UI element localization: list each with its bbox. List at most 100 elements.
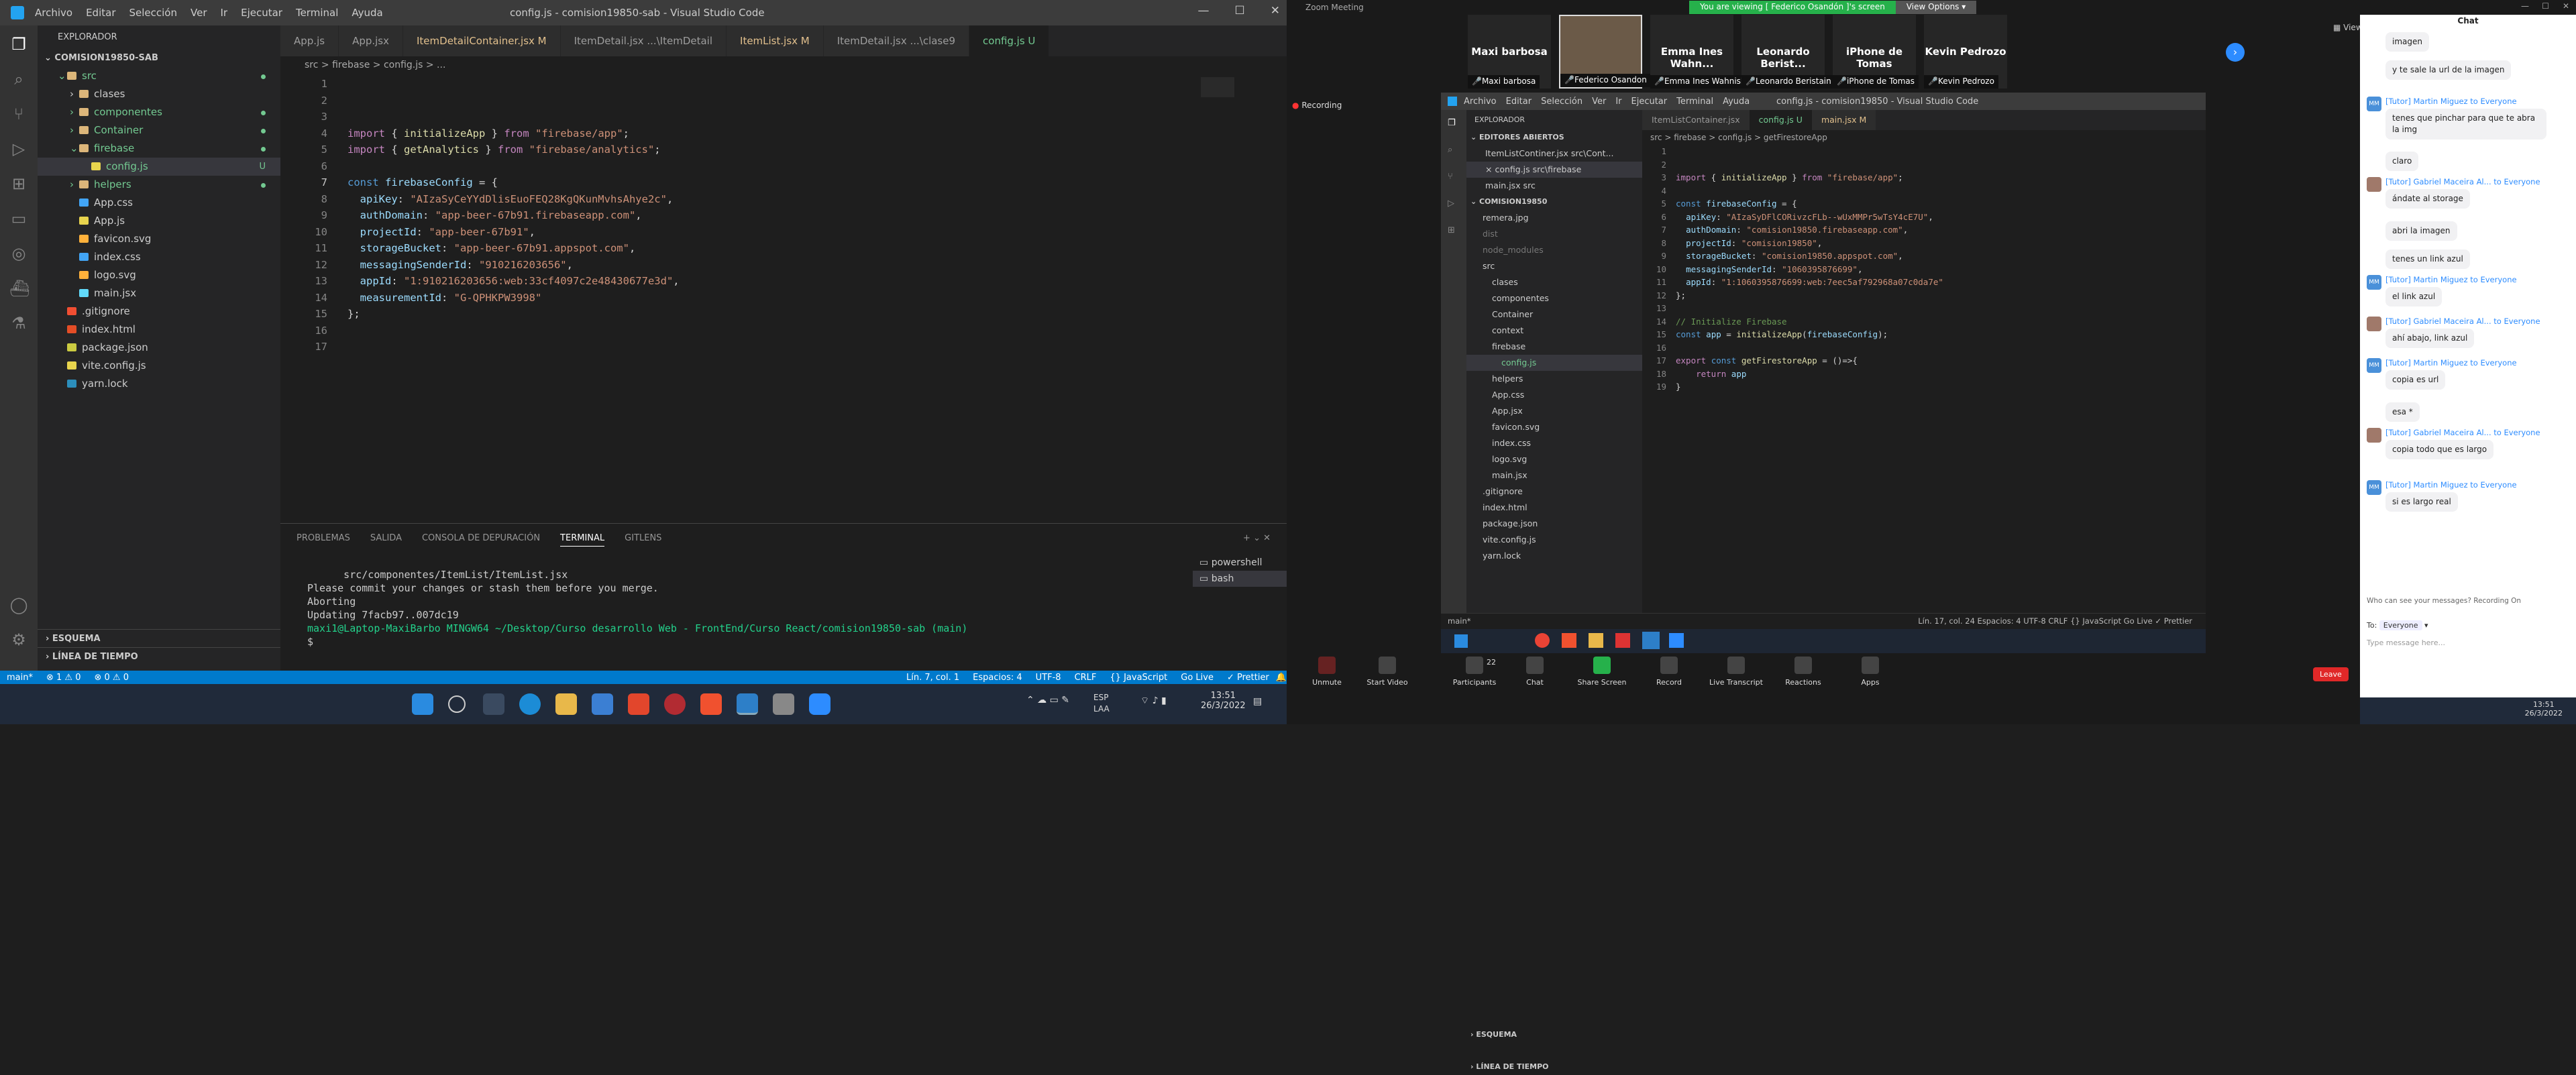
terminal-instance[interactable]: ▭ powershell — [1193, 555, 1287, 571]
view-button[interactable]: ▦ View — [2333, 23, 2363, 32]
task-view-icon[interactable] — [483, 693, 504, 715]
timeline-section[interactable]: › LÍNEA DE TIEMPO — [38, 647, 280, 665]
status-item[interactable]: {} JavaScript — [1110, 673, 1167, 683]
zoom-control-4[interactable]: Share Screen — [1568, 657, 1635, 687]
menu-item[interactable]: Ir — [221, 7, 228, 19]
status-item[interactable]: Espacios: 4 — [973, 673, 1022, 683]
chat-privacy-notice[interactable]: Who can see your messages? Recording On — [2367, 597, 2521, 605]
menu-item[interactable]: Archivo — [35, 7, 72, 19]
tree-item[interactable]: App.css — [38, 194, 280, 212]
status-item[interactable]: UTF-8 — [1036, 673, 1061, 683]
remote-explorer-icon[interactable]: ▭ — [9, 209, 28, 228]
panel-tab[interactable]: TERMINAL — [560, 533, 605, 547]
tree-item[interactable]: ⌄ src — [38, 67, 280, 85]
editor-tab[interactable]: ItemList.jsx M — [727, 25, 824, 56]
menu-item[interactable]: Editar — [86, 7, 115, 19]
view-options-button[interactable]: View Options ▾ — [1895, 1, 1977, 14]
zoom-close-icon[interactable]: ✕ — [2563, 1, 2569, 11]
leave-button[interactable]: Leave — [2313, 667, 2349, 681]
zoom-control-8[interactable]: Apps — [1837, 657, 1904, 687]
editor-tab[interactable]: config.js U — [969, 25, 1050, 56]
participant-tile[interactable]: Emma Ines Wahn... 🎤Emma Ines Wahnish — [1650, 15, 1750, 89]
terminal-instance[interactable]: ▭ bash — [1193, 571, 1287, 587]
git-kraken-icon[interactable] — [628, 693, 649, 715]
status-item[interactable]: Go Live — [1181, 673, 1214, 683]
panel-tab[interactable]: CONSOLA DE DEPURACIÓN — [422, 533, 540, 547]
zoom-control-5[interactable]: Record — [1635, 657, 1703, 687]
status-item[interactable]: Lín. 7, col. 1 — [906, 673, 959, 683]
terminal-output[interactable]: src/componentes/ItemList/ItemList.jsx Ple… — [307, 568, 967, 648]
files-icon[interactable]: ❐ — [9, 35, 28, 54]
extensions-icon[interactable]: ⊞ — [9, 174, 28, 193]
minimize-icon[interactable]: — — [1198, 4, 1210, 17]
windows-start-icon[interactable] — [412, 693, 433, 715]
tree-item[interactable]: › Container — [38, 121, 280, 139]
tray-icons[interactable]: ⌃ ☁ ▭ ✎ — [1026, 695, 1069, 705]
status-item[interactable]: CRLF — [1075, 673, 1097, 683]
tree-item[interactable]: vite.config.js — [38, 357, 280, 375]
participant-tile[interactable]: Kevin Pedrozo 🎤Kevin Pedrozo — [1924, 15, 2007, 89]
participant-tile[interactable]: iPhone de Tomas 🎤iPhone de Tomas — [1833, 15, 1919, 89]
mail-icon[interactable] — [592, 693, 613, 715]
account-icon[interactable]: ◯ — [9, 596, 28, 614]
vscode-taskbar-icon[interactable] — [737, 693, 758, 715]
outline-section[interactable]: › ESQUEMA — [38, 629, 280, 647]
recording-indicator[interactable]: ● Recording — [1292, 101, 1342, 110]
tree-item[interactable]: favicon.svg — [38, 230, 280, 248]
participant-tile[interactable]: Leonardo Berist... 🎤Leonardo Beristain — [1741, 15, 1835, 89]
zoom-maximize-icon[interactable]: ☐ — [2542, 1, 2549, 11]
panel-tab[interactable]: GITLENS — [625, 533, 661, 547]
right-clock[interactable]: 13:51 26/3/2022 — [2525, 700, 2563, 718]
zoom-control-1[interactable]: Start Video — [1354, 657, 1421, 687]
file-explorer-icon[interactable] — [555, 693, 577, 715]
close-icon[interactable]: ✕ — [1271, 4, 1280, 17]
settings-taskbar-icon[interactable] — [773, 693, 794, 715]
editor-tab[interactable]: ItemDetail.jsx ...\ItemDetail — [560, 25, 727, 56]
status-item[interactable]: ⊗ 0 ⚠ 0 — [94, 673, 129, 683]
brave-icon[interactable] — [700, 693, 722, 715]
participant-tile[interactable]: 🎤Federico Osandon | Federic — [1559, 15, 1688, 89]
settings-gear-icon[interactable]: ⚙ — [9, 630, 28, 649]
docker-icon[interactable]: ⛴ — [9, 279, 30, 298]
next-page-icon[interactable]: › — [2226, 43, 2245, 62]
new-terminal-icon[interactable]: + ⌄ ✕ — [1243, 533, 1271, 547]
zoom-control-2[interactable]: Participants — [1441, 657, 1508, 687]
tree-item[interactable]: App.js — [38, 212, 280, 230]
tree-item[interactable]: main.jsx — [38, 284, 280, 302]
project-root[interactable]: ⌄ COMISION19850-SAB — [38, 49, 280, 67]
editor-tab[interactable]: App.js — [280, 25, 339, 56]
tree-item[interactable]: .gitignore — [38, 302, 280, 321]
opera-icon[interactable] — [664, 693, 686, 715]
zoom-control-0[interactable]: Unmute — [1293, 657, 1360, 687]
notifications-bell-icon[interactable]: 🔔 — [1276, 673, 1287, 683]
clock[interactable]: 13:51 26/3/2022 — [1201, 691, 1246, 711]
status-item[interactable]: main* — [7, 673, 33, 683]
tree-item[interactable]: package.json — [38, 339, 280, 357]
participant-tile[interactable]: Maxi barbosa 🎤Maxi barbosa — [1468, 15, 1551, 89]
chat-input[interactable]: Type message here... — [2367, 638, 2568, 647]
tree-item[interactable]: › clases — [38, 85, 280, 103]
status-item[interactable]: ⊗ 1 ⚠ 0 — [46, 673, 81, 683]
panel-tab[interactable]: PROBLEMAS — [297, 533, 350, 547]
maximize-icon[interactable]: ☐ — [1235, 4, 1245, 17]
gitlens-icon[interactable]: ◎ — [9, 244, 28, 263]
breadcrumb[interactable]: src > firebase > config.js > ... — [280, 56, 1287, 74]
tree-item[interactable]: config.js U — [38, 158, 280, 176]
edge-icon[interactable] — [519, 693, 541, 715]
tree-item[interactable]: ⌄ firebase — [38, 139, 280, 158]
editor-tab[interactable]: ItemDetailContainer.jsx M — [403, 25, 561, 56]
network-sound-icons[interactable]: ⌔ ♪ ▮ — [1140, 695, 1167, 707]
minimap[interactable] — [1201, 77, 1234, 97]
source-control-icon[interactable]: ⑂ — [9, 105, 28, 123]
menu-item[interactable]: Selección — [129, 7, 178, 19]
zoom-control-6[interactable]: Live Transcript — [1703, 657, 1770, 687]
zoom-minimize-icon[interactable]: — — [2521, 1, 2529, 11]
tree-item[interactable]: › componentes — [38, 103, 280, 121]
tree-item[interactable]: › helpers — [38, 176, 280, 194]
search-icon[interactable] — [448, 695, 466, 713]
tree-item[interactable]: yarn.lock — [38, 375, 280, 393]
run-debug-icon[interactable]: ▷ — [9, 139, 28, 158]
menu-item[interactable]: Terminal — [296, 7, 338, 19]
menu-item[interactable]: Ejecutar — [241, 7, 282, 19]
zoom-control-7[interactable]: Reactions — [1770, 657, 1837, 687]
